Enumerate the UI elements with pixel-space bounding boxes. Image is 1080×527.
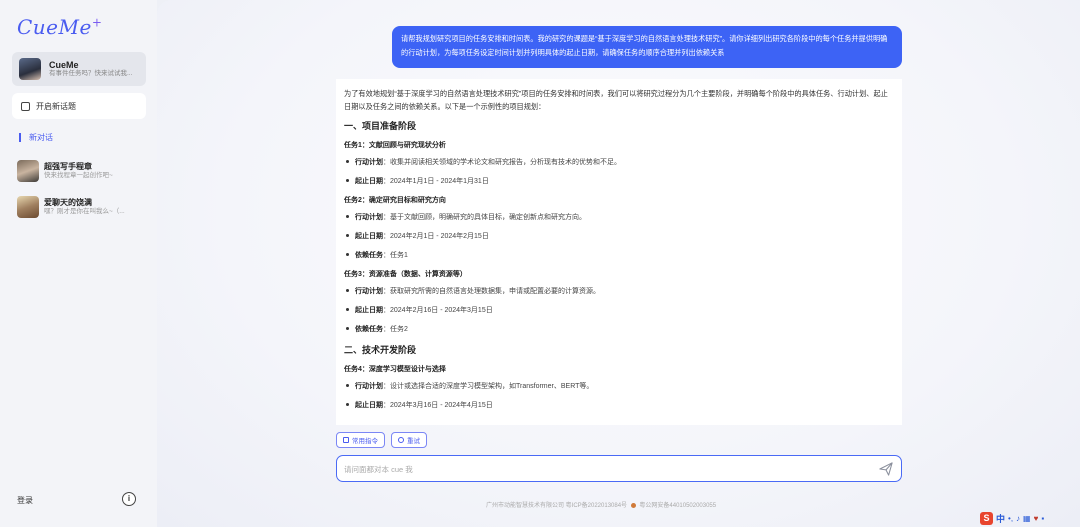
app-logo[interactable]: CueMe+ [17, 15, 102, 39]
refresh-icon [398, 437, 404, 443]
list-item: 起止日期：2024年3月16日 - 2024年4月15日 [344, 400, 894, 410]
list-item: 起止日期：2024年2月1日 - 2024年2月15日 [344, 231, 894, 241]
chat-list-item[interactable]: 爱聊天的饶满 嘿？刚才是你在叫我么~（... [17, 195, 147, 219]
task-title: 任务1：文献回顾与研究现状分析 [344, 142, 446, 149]
task-title: 任务3：资源准备（数据、计算资源等） [344, 271, 467, 278]
footer: 广州市动能智慧技术有限公司 粤ICP备2022013084号 粤公网安备4401… [486, 502, 717, 509]
list-item: 依赖任务：任务1 [344, 250, 894, 260]
login-link[interactable]: 登录 [17, 495, 33, 506]
list-item: 起止日期：2024年2月16日 - 2024年3月15日 [344, 305, 894, 315]
bot-subtitle: 有事件任务吗？快来试试我... [49, 70, 133, 78]
list-item: 起止日期：2024年1月1日 - 2024年1月31日 [344, 176, 894, 186]
sidebar-item-new-chat[interactable]: 新对话 [19, 132, 53, 143]
send-icon[interactable] [879, 462, 893, 476]
punctuation-icon[interactable]: •, [1008, 514, 1013, 523]
avatar [17, 160, 39, 182]
police-badge-icon [630, 502, 636, 508]
message-input[interactable] [344, 462, 844, 476]
sidebar: CueMe+ CueMe 有事件任务吗？快来试试我... 开启新话题 新对话 超… [0, 0, 157, 527]
sogou-icon[interactable]: S [980, 511, 993, 525]
task-title: 任务2：确定研究目标和研究方向 [344, 197, 446, 204]
chat-bubble-icon [21, 101, 30, 111]
phase-heading: 二、技术开发阶段 [344, 345, 417, 355]
common-commands-button[interactable]: 常用指令 [336, 432, 385, 448]
mic-icon[interactable]: ♪ [1016, 514, 1020, 523]
phase-heading: 一、项目准备阶段 [344, 121, 417, 131]
list-item: 依赖任务：任务2 [344, 324, 894, 334]
message-input-box[interactable] [336, 455, 902, 482]
list-item: 行动计划：获取研究所需的自然语言处理数据集，申请或配置必要的计算资源。 [344, 286, 894, 296]
bot-name: CueMe [49, 60, 79, 71]
keyboard-icon[interactable]: ▦ [1023, 514, 1031, 523]
info-icon[interactable]: i [122, 492, 136, 506]
list-item: 行动计划：收集并阅读相关领域的学术论文和研究报告，分析现有技术的优势和不足。 [344, 157, 894, 167]
user-message: 请帮我规划研究项目的任务安排和时间表。我的研究的课题是“基于深度学习的自然语言处… [392, 26, 902, 68]
list-item: 行动计划：基于文献回顾，明确研究的具体目标，确定创新点和研究方向。 [344, 212, 894, 222]
list-item: 行动计划：设计或选择合适的深度学习模型架构，如Transformer、BERT等… [344, 381, 894, 391]
ime-toolbar[interactable]: S 中 •, ♪ ▦ ♥ ▪ [980, 511, 1078, 525]
avatar [19, 58, 41, 80]
command-icon [343, 437, 349, 443]
avatar [17, 196, 39, 218]
task-title: 任务4：深度学习模型设计与选择 [344, 366, 446, 373]
retry-button[interactable]: 重试 [391, 432, 427, 448]
toolbox-icon[interactable]: ▪ [1041, 514, 1044, 523]
new-topic-button[interactable]: 开启新话题 [12, 93, 146, 119]
bot-card[interactable]: CueMe 有事件任务吗？快来试试我... [12, 52, 146, 86]
skin-icon[interactable]: ♥ [1034, 514, 1039, 523]
assistant-answer: 为了有效地规划“基于深度学习的自然语言处理技术研究”项目的任务安排和时间表，我们… [336, 79, 902, 425]
chat-list-item[interactable]: 超强写手程章 快来找程章一起创作吧~ [17, 159, 147, 183]
